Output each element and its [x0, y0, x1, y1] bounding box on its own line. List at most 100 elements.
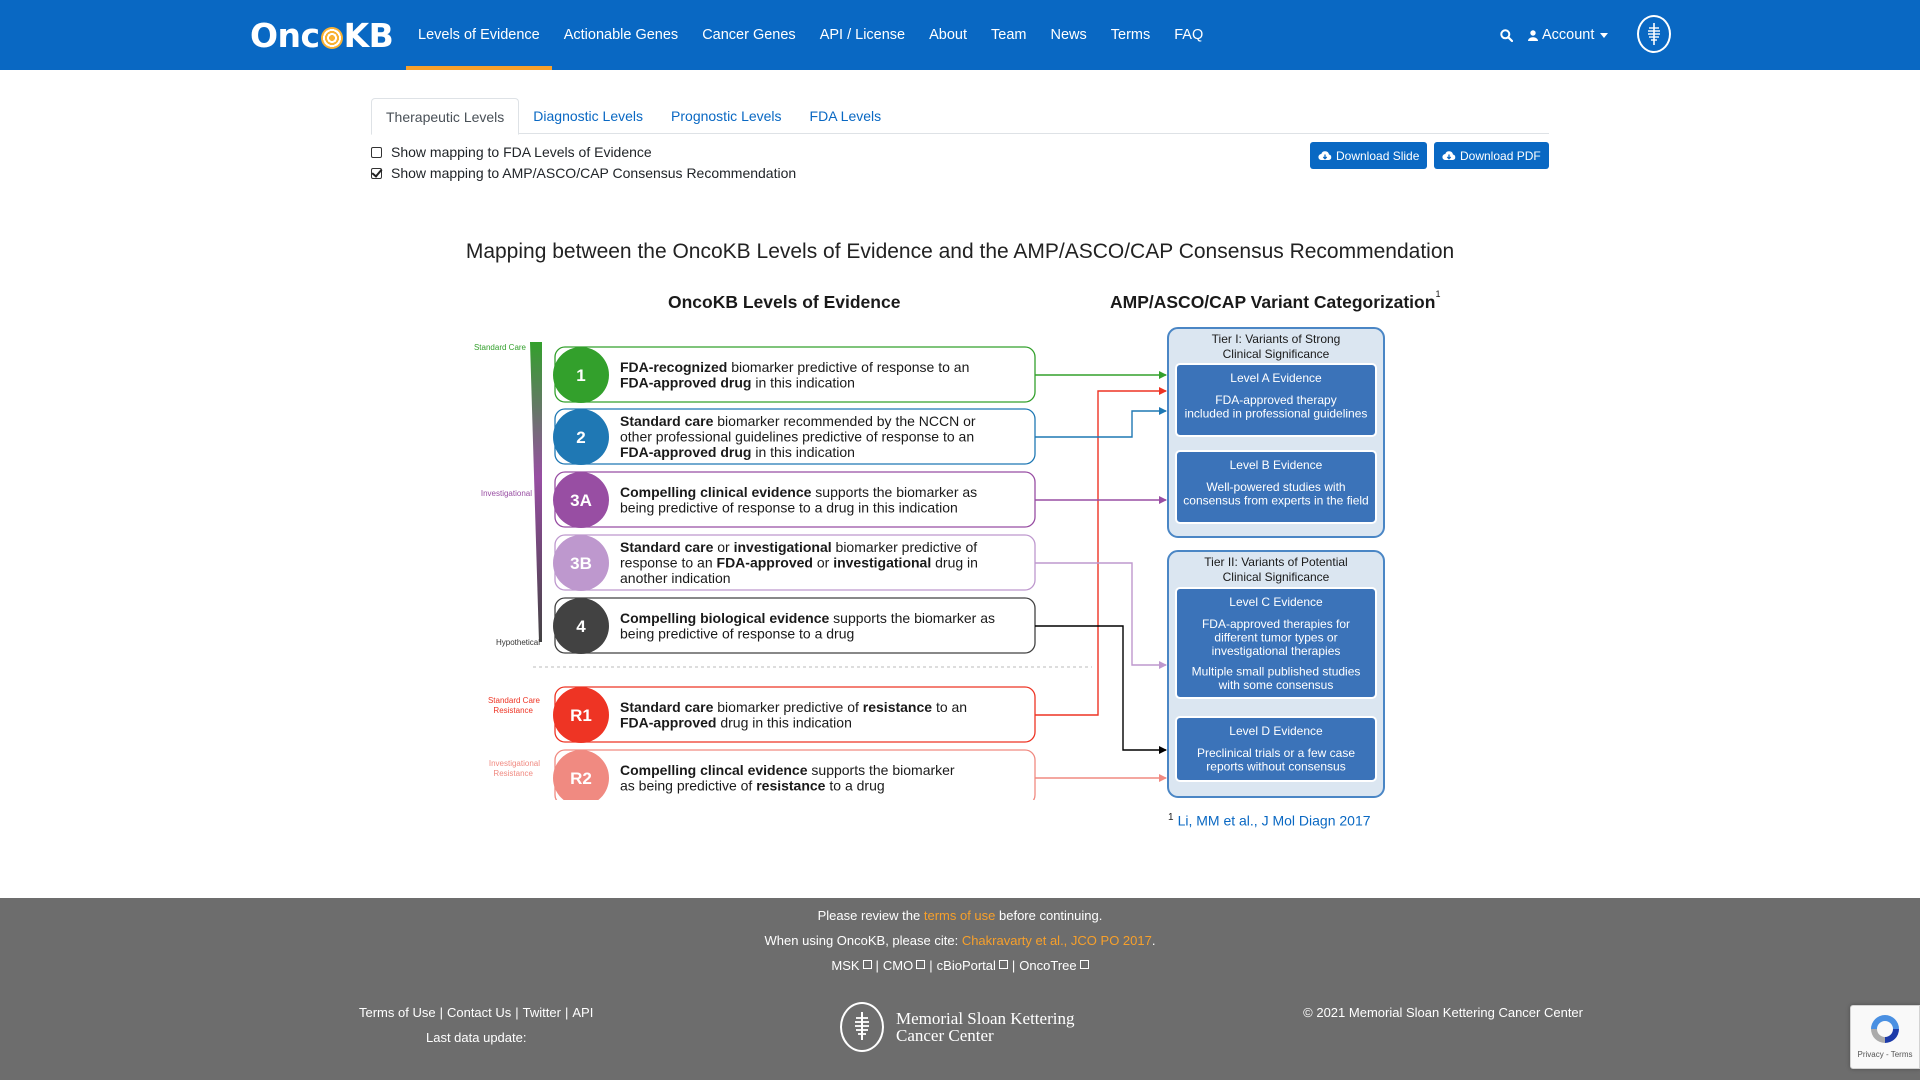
level-3b-description: response to an FDA-approved or investiga…	[620, 555, 978, 571]
nav-faq[interactable]: FAQ	[1162, 0, 1215, 70]
terms-notice: Please review the terms of use before co…	[0, 908, 1920, 923]
external-link-icon	[916, 960, 926, 969]
amp-mapping-checkbox[interactable]: Show mapping to AMP/ASCO/CAP Consensus R…	[371, 165, 796, 181]
citation-notice: When using OncoKB, please cite: Chakrava…	[0, 933, 1920, 948]
msk-logo-icon[interactable]	[1637, 15, 1671, 53]
level-2-description: other professional guidelines predictive…	[620, 429, 974, 445]
levels-tabs: Therapeutic Levels Diagnostic Levels Pro…	[371, 98, 1549, 135]
search-button[interactable]	[1496, 0, 1516, 70]
recaptcha-badge[interactable]: Privacy - Terms	[1850, 1005, 1920, 1069]
evidence-level-description: Well-powered studies with	[1206, 480, 1345, 494]
level-r1-arrow	[1035, 387, 1167, 716]
cmo-link[interactable]: CMO	[882, 958, 926, 973]
evidence-level-title: Level D Evidence	[1229, 724, 1323, 738]
terms-of-use-link[interactable]: terms of use	[924, 908, 996, 923]
description-segment: drug in	[931, 555, 978, 571]
description-segment: in this indication	[751, 374, 855, 390]
terms-notice-suffix: before continuing.	[995, 908, 1103, 923]
nav-api-license[interactable]: API / License	[808, 0, 917, 70]
description-segment: supports the biomarker	[808, 762, 955, 778]
description-segment: resistance	[756, 777, 825, 793]
level-4-description: being predictive of response to a drug	[620, 625, 854, 641]
evidence-level-description: different tumor types or	[1214, 631, 1337, 645]
description-segment: response to an	[620, 555, 717, 571]
nav-about[interactable]: About	[917, 0, 979, 70]
figure-title: Mapping between the OncoKB Levels of Evi…	[465, 240, 1455, 263]
external-link-icon	[1079, 960, 1089, 969]
nav-terms[interactable]: Terms	[1099, 0, 1162, 70]
description-segment: Compelling clincal evidence	[620, 762, 808, 778]
level-r2-description: Compelling clincal evidence supports the…	[620, 762, 955, 778]
download-pdf-button[interactable]: Download PDF	[1434, 142, 1549, 169]
description-segment: being predictive of response to a drug i…	[620, 499, 958, 515]
cbioportal-link[interactable]: cBioPortal	[937, 958, 1008, 973]
nav-team[interactable]: Team	[979, 0, 1038, 70]
amp-heading-text: AMP/ASCO/CAP Variant Categorization	[1110, 292, 1436, 312]
description-segment: Standard care	[620, 699, 714, 715]
description-segment: investigational	[734, 539, 832, 555]
level-4-label: 4	[576, 617, 586, 636]
scale-label-sc-resistance-2: Resistance	[493, 706, 533, 715]
fda-mapping-checkbox[interactable]: Show mapping to FDA Levels of Evidence	[371, 144, 652, 160]
citation-prefix: When using OncoKB, please cite:	[764, 933, 962, 948]
msk-name-line1: Memorial Sloan Kettering	[896, 1009, 1075, 1028]
description-segment: resistance	[863, 699, 932, 715]
tier-2-title: Clinical Significance	[1223, 570, 1330, 584]
level-3b-description: Standard care or investigational biomark…	[620, 539, 977, 555]
tab-prognostic-levels[interactable]: Prognostic Levels	[657, 98, 796, 134]
scale-label-standard-care: Standard Care	[474, 343, 527, 352]
levels-mapping-diagram: Standard Care Investigational Hypothetical…	[474, 327, 1385, 800]
level-r1-description: FDA-approved drug in this indication	[620, 714, 852, 730]
amp-mapping-label: Show mapping to AMP/ASCO/CAP Consensus R…	[391, 165, 797, 181]
account-dropdown[interactable]: Account	[1528, 0, 1609, 70]
evidence-level-title: Level C Evidence	[1229, 595, 1323, 609]
footer-api-link[interactable]: API	[572, 1005, 593, 1020]
tab-fda-levels[interactable]: FDA Levels	[796, 98, 896, 134]
description-segment: FDA-approved drug	[620, 374, 751, 390]
description-segment: in this indication	[751, 444, 855, 460]
tab-therapeutic-levels[interactable]: Therapeutic Levels	[371, 98, 520, 135]
nav-news[interactable]: News	[1039, 0, 1099, 70]
tier-2-title: Tier II: Variants of Potential	[1204, 555, 1347, 569]
scale-label-hypothetical: Hypothetical	[496, 638, 540, 647]
description-segment: other professional guidelines predictive…	[620, 429, 974, 445]
amp-categorization-heading: AMP/ASCO/CAP Variant Categorization1	[1110, 289, 1440, 313]
citation-suffix: .	[1151, 933, 1156, 948]
level-r2-label: R2	[570, 769, 592, 788]
evidence-level-description: investigational therapies	[1212, 644, 1341, 658]
copyright: © 2021 Memorial Sloan Kettering Cancer C…	[1303, 1005, 1583, 1020]
caret-down-icon	[1600, 32, 1609, 38]
level-1-description: FDA-approved drug in this indication	[620, 374, 855, 390]
evidence-level-description: Preclinical trials or a few case	[1197, 746, 1355, 760]
checkbox-unchecked-icon	[371, 146, 382, 158]
page-footer: Please review the terms of use before co…	[0, 898, 1920, 1080]
description-segment: being predictive of response to a drug	[620, 625, 854, 641]
msk-name: Memorial Sloan Kettering Cancer Center	[896, 1010, 1074, 1044]
msk-link[interactable]: MSK	[831, 958, 872, 973]
nav-levels-of-evidence[interactable]: Levels of Evidence	[406, 0, 552, 70]
description-segment: supports the biomarker as	[811, 484, 977, 500]
tab-diagnostic-levels[interactable]: Diagnostic Levels	[519, 98, 657, 134]
level-r1-description: Standard care biomarker predictive of re…	[620, 699, 967, 715]
description-segment: Compelling biological evidence	[620, 610, 829, 626]
terms-notice-prefix: Please review the	[817, 908, 924, 923]
top-navbar: Onc KB Levels of Evidence Actionable Gene…	[0, 0, 1920, 70]
citation-footnote[interactable]: 1 Li, MM et al., J Mol Diagn 2017	[1168, 812, 1371, 829]
nav-actionable-genes[interactable]: Actionable Genes	[552, 0, 690, 70]
oncotree-link[interactable]: OncoTree	[1019, 958, 1089, 973]
nav-cancer-genes[interactable]: Cancer Genes	[690, 0, 808, 70]
oncokb-levels-heading: OncoKB Levels of Evidence	[668, 292, 901, 312]
download-slide-button[interactable]: Download Slide	[1310, 142, 1428, 169]
level-r1-label: R1	[570, 706, 592, 725]
msk-footer-logo[interactable]: Memorial Sloan Kettering Cancer Center	[840, 1002, 1074, 1052]
msk-seal-icon	[840, 1002, 884, 1052]
citation-link[interactable]: Chakravarty et al., JCO PO 2017	[962, 933, 1152, 948]
description-segment: another indication	[620, 570, 731, 586]
footer-twitter-link[interactable]: Twitter	[523, 1005, 561, 1020]
description-segment: biomarker predictive of	[832, 539, 978, 555]
footer-contact-link[interactable]: Contact Us	[447, 1005, 511, 1020]
cmo-link-label: CMO	[882, 958, 914, 973]
footer-terms-link[interactable]: Terms of Use	[359, 1005, 436, 1020]
footnote-link[interactable]: Li, MM et al., J Mol Diagn 2017	[1178, 813, 1371, 829]
oncokb-logo[interactable]: Onc KB	[250, 16, 394, 55]
